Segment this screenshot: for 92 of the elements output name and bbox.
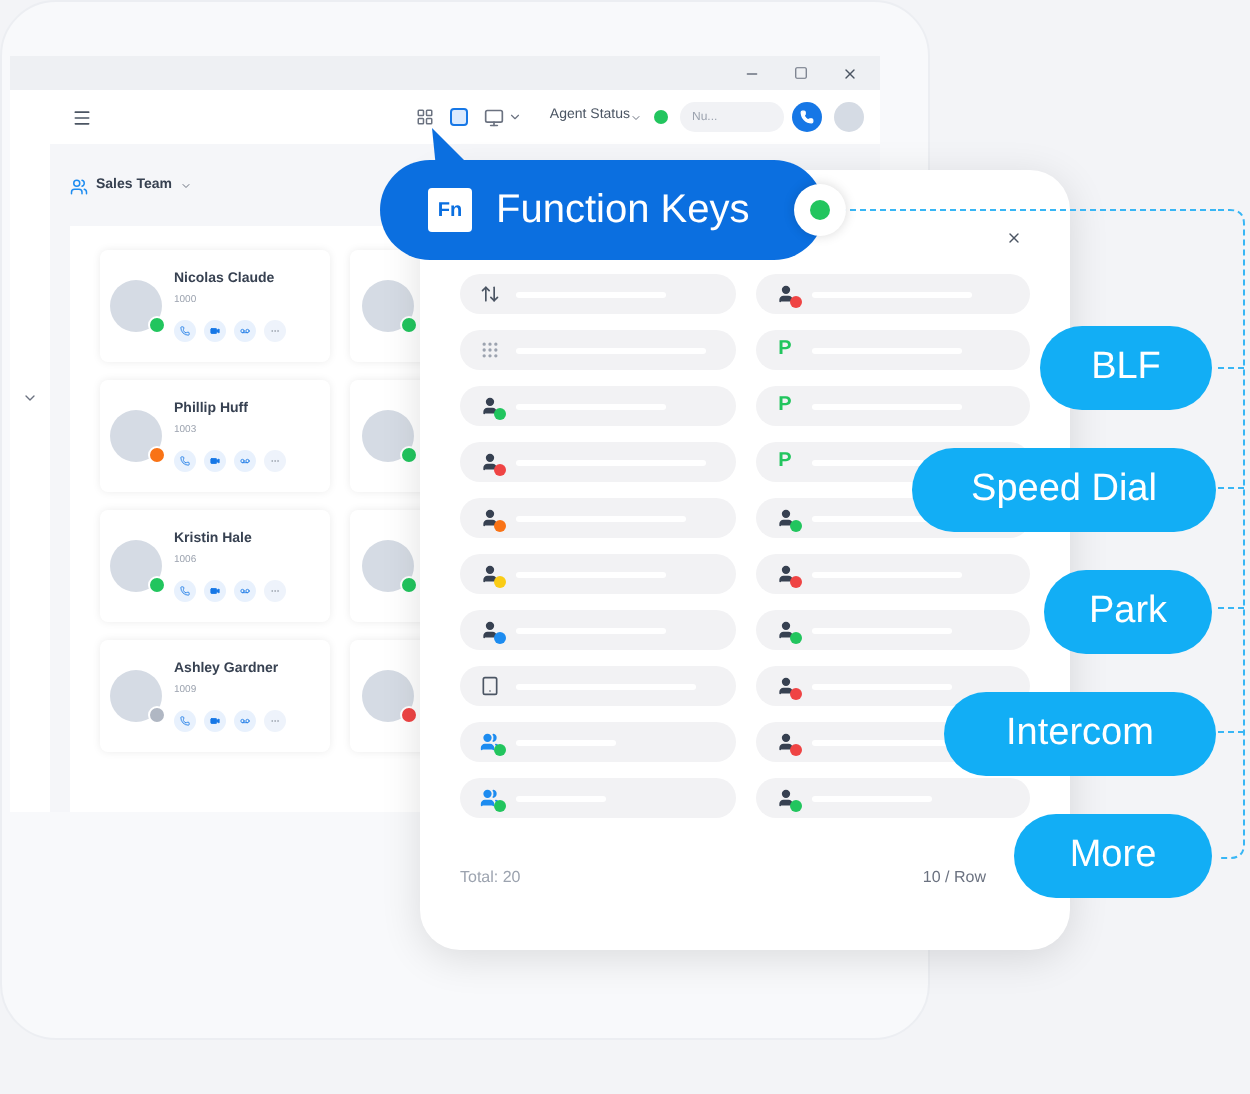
voicemail-icon <box>240 455 250 465</box>
feature-tooltip: Intercom <box>944 692 1216 776</box>
caret-icon <box>507 110 522 124</box>
avatar-placeholder <box>110 409 162 461</box>
more-button[interactable] <box>264 449 286 471</box>
function-key[interactable] <box>460 610 735 650</box>
function-key[interactable] <box>755 554 1030 594</box>
call-button[interactable] <box>174 449 196 471</box>
monitor-icon[interactable] <box>483 107 504 127</box>
voicemail-button[interactable] <box>234 579 256 601</box>
person-icon <box>775 620 795 640</box>
callout-title: Function Keys <box>496 186 750 236</box>
close-icon[interactable] <box>1006 230 1022 246</box>
avatar-placeholder <box>110 669 162 721</box>
voicemail-button[interactable] <box>234 449 256 471</box>
video-icon <box>210 585 220 595</box>
maximize-icon[interactable] <box>794 66 808 80</box>
call-button[interactable] <box>174 319 196 341</box>
feature-tooltip: Speed Dial <box>912 448 1216 532</box>
person-icon <box>480 452 500 472</box>
function-key-icon[interactable] <box>449 108 468 126</box>
video-icon <box>210 715 220 725</box>
keypad-icon <box>480 340 500 360</box>
function-key[interactable] <box>755 778 1030 818</box>
feature-tooltip: More <box>1014 814 1212 898</box>
park-label: P <box>778 340 792 360</box>
person-icon <box>775 732 795 752</box>
grid-icon[interactable] <box>415 108 434 126</box>
avatar-placeholder <box>110 279 162 331</box>
video-icon <box>210 325 220 335</box>
function-key[interactable] <box>460 498 735 538</box>
more-button[interactable] <box>264 709 286 731</box>
function-key[interactable] <box>755 274 1030 314</box>
people-icon <box>480 732 500 752</box>
video-button[interactable] <box>204 579 226 601</box>
voicemail-icon <box>240 715 250 725</box>
caret-icon[interactable] <box>22 390 38 406</box>
feature-tooltip: BLF <box>1040 326 1212 410</box>
person-icon <box>480 396 500 416</box>
menu-icon[interactable] <box>72 107 92 127</box>
person-icon <box>775 788 795 808</box>
function-key[interactable] <box>755 610 1030 650</box>
avatar-placeholder <box>110 539 162 591</box>
avatar-placeholder <box>362 539 414 591</box>
video-button[interactable] <box>204 449 226 471</box>
phone-icon <box>180 715 190 725</box>
feature-tooltip: Park <box>1044 570 1212 654</box>
call-button[interactable] <box>174 709 196 731</box>
function-key[interactable] <box>460 386 735 426</box>
video-icon <box>210 455 220 465</box>
team-icon <box>70 177 88 196</box>
person-icon <box>480 508 500 528</box>
voicemail-icon <box>240 325 250 335</box>
person-icon <box>775 508 795 528</box>
person-icon <box>480 620 500 640</box>
function-key[interactable] <box>460 778 735 818</box>
voicemail-icon <box>240 585 250 595</box>
page-size-select[interactable]: 10 / Row <box>922 866 986 890</box>
avatar-placeholder <box>362 669 414 721</box>
function-key[interactable] <box>460 442 735 482</box>
function-key[interactable] <box>460 554 735 594</box>
park-label: P <box>778 396 792 416</box>
transfer-icon <box>480 284 500 304</box>
person-icon <box>480 564 500 584</box>
caret-icon <box>630 111 642 123</box>
avatar-placeholder <box>362 279 414 331</box>
function-key[interactable] <box>755 666 1030 706</box>
video-button[interactable] <box>204 709 226 731</box>
person-icon <box>775 284 795 304</box>
phone-icon <box>800 110 814 124</box>
function-key[interactable] <box>460 722 735 762</box>
avatar-placeholder[interactable] <box>834 102 864 132</box>
call-button[interactable] <box>174 579 196 601</box>
people-icon <box>480 788 500 808</box>
voicemail-button[interactable] <box>234 319 256 341</box>
call-button[interactable] <box>792 102 822 132</box>
phone-icon <box>180 325 190 335</box>
person-icon <box>775 564 795 584</box>
device-icon <box>480 676 500 696</box>
phone-icon <box>180 455 190 465</box>
video-button[interactable] <box>204 319 226 341</box>
more-button[interactable] <box>264 579 286 601</box>
more-button[interactable] <box>264 319 286 341</box>
caret-icon <box>180 180 193 193</box>
voicemail-button[interactable] <box>234 709 256 731</box>
person-icon <box>775 676 795 696</box>
avatar-placeholder <box>362 409 414 461</box>
fn-badge: Fn <box>428 188 472 232</box>
phone-icon <box>180 585 190 595</box>
total-count: Total: 20 <box>460 866 521 890</box>
park-label: P <box>778 452 792 472</box>
close-icon[interactable] <box>842 65 858 81</box>
